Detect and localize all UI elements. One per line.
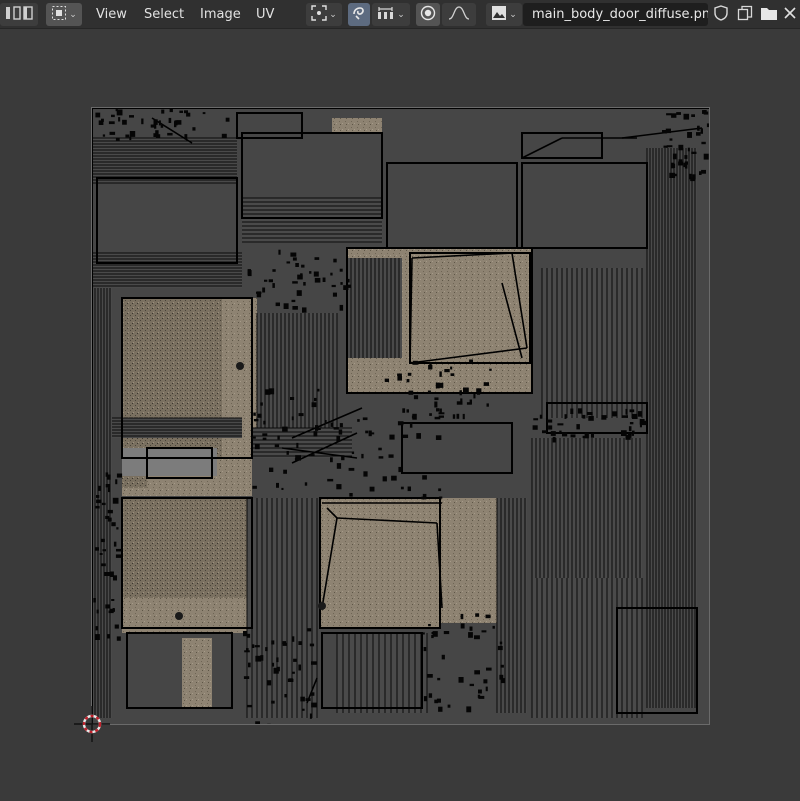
chevron-down-icon: ⌄ (509, 9, 517, 20)
open-image-button[interactable] (758, 4, 780, 25)
pivot-point-icon (311, 5, 327, 24)
menu-view[interactable]: View (92, 4, 131, 25)
snap-icon (377, 6, 395, 23)
select-mode-button[interactable]: ⌄ (46, 3, 82, 26)
2d-cursor-icon[interactable] (74, 706, 110, 742)
falloff-button[interactable] (442, 3, 476, 26)
proportional-edit-button[interactable] (416, 3, 440, 26)
chevron-down-icon: ⌄ (69, 9, 77, 20)
chevron-down-icon: ⌄ (329, 9, 337, 20)
snap-button[interactable]: ⌄ (372, 3, 410, 26)
folder-icon (760, 5, 778, 25)
image-browse-icon (491, 5, 507, 24)
duplicate-icon (737, 5, 753, 25)
image-name-field[interactable]: main_body_door_diffuse.png (523, 3, 708, 26)
editor-header: ⌄ View Select Image UV ⌄ ⌄ ⌄ main_body_d… (0, 0, 800, 29)
duplicate-image-button[interactable] (734, 4, 756, 25)
uv-wireframe[interactable] (92, 108, 710, 725)
sticky-select-button[interactable] (348, 3, 370, 26)
chevron-down-icon: ⌄ (397, 9, 405, 20)
fake-user-button[interactable] (710, 4, 732, 25)
close-icon (783, 5, 797, 24)
editor-type-button[interactable] (0, 3, 38, 26)
uv-texture-image[interactable] (91, 107, 710, 725)
pivot-point-button[interactable]: ⌄ (306, 3, 342, 26)
select-mode-icon (51, 5, 67, 24)
close-image-button[interactable] (780, 4, 800, 25)
menu-uv[interactable]: UV (252, 4, 278, 25)
image-browse-button[interactable]: ⌄ (486, 3, 522, 26)
proportional-edit-icon (420, 5, 436, 24)
menu-image[interactable]: Image (196, 4, 245, 25)
shield-icon (713, 4, 729, 25)
menu-select[interactable]: Select (140, 4, 188, 25)
sticky-select-icon (351, 5, 367, 24)
uv-editor-icon (4, 5, 34, 24)
falloff-curve-icon (448, 6, 470, 23)
